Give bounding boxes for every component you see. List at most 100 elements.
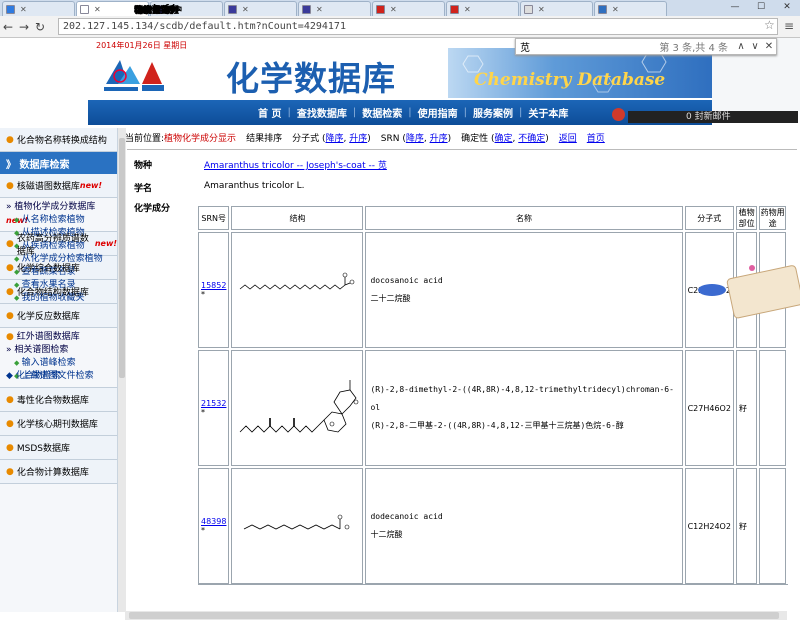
sidebar-ir-sub[interactable]: » 相关谱图检索 (6, 344, 117, 357)
tab-favicon-icon (598, 4, 607, 14)
home-link[interactable]: 首页 (587, 131, 605, 144)
back-link[interactable]: 返回 (559, 131, 577, 144)
sidebar-item[interactable]: ● 化合物计算数据库 (0, 460, 117, 484)
structure-cell (231, 468, 364, 584)
header-name: 名称 (365, 206, 683, 230)
sidebar-section-header: 》 数据库检索 (0, 152, 117, 174)
header-formula: 分子式 (684, 206, 734, 230)
formula-desc-link[interactable]: 降序 (325, 134, 343, 144)
sidebar-scrollbar[interactable] (118, 128, 126, 612)
tab-close-icon[interactable]: ✕ (316, 5, 323, 14)
use-cell (759, 468, 786, 584)
tab-close-icon[interactable]: ✕ (20, 5, 27, 14)
sidebar-scroll-thumb[interactable] (119, 138, 125, 378)
find-input[interactable]: 苋 (516, 39, 659, 54)
back-icon[interactable]: ← (0, 20, 16, 34)
url-input[interactable]: 202.127.145.134/scdb/default.htm?nCount=… (58, 18, 778, 35)
bullet-icon: ● (6, 134, 14, 145)
sidebar-link[interactable]: 从名称检索植物 (6, 214, 117, 227)
browser-tab[interactable]: appl.sfds ✕ (134, 1, 593, 16)
nav-item[interactable]: 数据检索 (362, 105, 402, 120)
reload-icon[interactable]: ↻ (32, 20, 48, 34)
certain-link[interactable]: 确定 (495, 134, 513, 144)
name-en: dodecanoic acid (370, 512, 443, 521)
divider (127, 149, 797, 150)
components-label: 化学成分 (134, 204, 171, 214)
species-link[interactable]: Amaranthus tricolor -- Joseph's-coat -- … (204, 158, 387, 171)
nav-item[interactable]: 关于本库 (528, 105, 568, 120)
sidebar-plant-header[interactable]: » 植物化学成分数据库new! (6, 201, 117, 225)
bullet-icon: ● (6, 418, 14, 429)
site-title-english: Chemistry Database (474, 70, 666, 90)
browser-tab[interactable]: 动植物 - ✕ (134, 1, 297, 16)
find-prev-icon[interactable]: ∧ (734, 41, 748, 52)
floating-mail-widget[interactable] (694, 262, 800, 320)
sciname-value: Amaranthus tricolor L. (204, 181, 305, 191)
mail-icon[interactable] (612, 108, 625, 121)
sidebar-ir-header[interactable]: ● 红外谱图数据库 (6, 331, 117, 344)
sidebar-item-label: 相关谱图检索 (14, 345, 69, 355)
browser-tab[interactable]: 请问在vb中 ✕ (134, 1, 445, 16)
bullet-icon: ● (6, 442, 14, 453)
browser-tab[interactable]: VB 计算科 ✕ (134, 1, 519, 16)
sidebar-link[interactable]: 输入谱峰检索 (6, 357, 117, 370)
uncertain-link[interactable]: 不确定 (518, 134, 545, 144)
find-bar: 苋 第 3 条,共 4 条 ∧ ∨ ✕ (515, 38, 777, 55)
srn-asc-link[interactable]: 升序 (430, 134, 448, 144)
sort-certainty: 确定性 (确定, 不确定) (461, 133, 549, 144)
table-row: 21532 * (R)-2,8-dimethyl-2-((4R,8R)-4,8,1… (198, 350, 786, 466)
browser-tab[interactable]: 植物成分分 ✕ (134, 1, 371, 16)
srn-link[interactable]: 15852 (201, 281, 226, 290)
mail-notification[interactable]: 0 封新邮件 (628, 111, 798, 123)
sidebar-item[interactable]: ● 化学核心期刊数据库 (0, 412, 117, 436)
table-row: 48398 * dodecanoic acid 十二烷酸 C12H24O2 籽 (198, 468, 786, 584)
structure-cell (231, 232, 364, 348)
bookmark-star-icon[interactable]: ☆ (764, 18, 775, 32)
close-window-icon[interactable]: ✕ (774, 0, 800, 14)
sidebar-plant-group: » 植物化学成分数据库new! 从名称检索植物从描述检索植物从疾病检索植物从化学… (0, 198, 117, 303)
tab-close-icon[interactable]: ✕ (538, 5, 545, 14)
page-horizontal-scrollbar[interactable] (125, 611, 787, 620)
tab-favicon-icon (302, 4, 311, 14)
find-close-icon[interactable]: ✕ (762, 41, 776, 52)
new-badge: new! (94, 239, 117, 248)
nav-item[interactable]: 服务案例 (473, 105, 513, 120)
formula-cell: C12H24O2 (684, 468, 734, 584)
nav-item[interactable]: 使用指南 (418, 105, 458, 120)
forward-icon[interactable]: → (16, 20, 32, 34)
sidebar-item-nmr[interactable]: ● 核磁谱图数据库 new! (0, 174, 117, 198)
minimize-icon[interactable]: — (722, 0, 748, 14)
srn-desc-link[interactable]: 降序 (406, 134, 424, 144)
name-cell: docosanoic acid 二十二烷酸 (365, 232, 683, 348)
header-srn: SRN号 (198, 206, 230, 230)
sidebar-item-name-to-structure[interactable]: ● 化合物名称转换成结构 (0, 128, 117, 152)
table-row-partial (198, 584, 788, 612)
srn-link[interactable]: 48398 (201, 517, 226, 526)
sidebar-item[interactable]: ● 毒性化合物数据库 (0, 388, 117, 412)
formula-asc-link[interactable]: 升序 (349, 134, 367, 144)
tab-close-icon[interactable]: ✕ (242, 5, 249, 14)
browser-tab[interactable]: 百度云 网 ✕ (2, 1, 173, 16)
srn-label: SRN (380, 133, 400, 144)
structure-dodecanoic-acid (244, 514, 350, 530)
tab-close-icon[interactable]: ✕ (464, 5, 471, 14)
bullet-icon: ● (6, 466, 14, 477)
sidebar-item[interactable]: ● MSDS数据库 (0, 436, 117, 460)
maximize-icon[interactable]: ☐ (748, 0, 774, 14)
tab-close-icon[interactable]: ✕ (94, 5, 101, 14)
browser-tab[interactable]: 【亲爱的】 ✕ (134, 1, 667, 16)
srn-link[interactable]: 21532 (201, 399, 226, 408)
tab-close-icon[interactable]: ✕ (390, 5, 397, 14)
menu-icon[interactable]: ≡ (784, 19, 794, 33)
nav-separator: | (287, 107, 291, 118)
result-toolbar: 当前位置:植物化学成分显示 结果排序 分子式 (降序, 升序) SRN (降序,… (125, 130, 785, 144)
page-horizontal-scroll-thumb[interactable] (129, 612, 779, 619)
sidebar-item[interactable]: ● 化学反应数据库 (0, 304, 117, 328)
nav-item[interactable]: 查找数据库 (297, 105, 347, 120)
new-badge: new! (79, 181, 103, 190)
header-part: 植物部位 (735, 206, 758, 230)
nav-item[interactable]: 首 页 (258, 105, 281, 120)
tab-close-icon[interactable]: ✕ (612, 5, 619, 14)
tab-favicon-icon (376, 4, 385, 14)
find-next-icon[interactable]: ∨ (748, 41, 762, 52)
